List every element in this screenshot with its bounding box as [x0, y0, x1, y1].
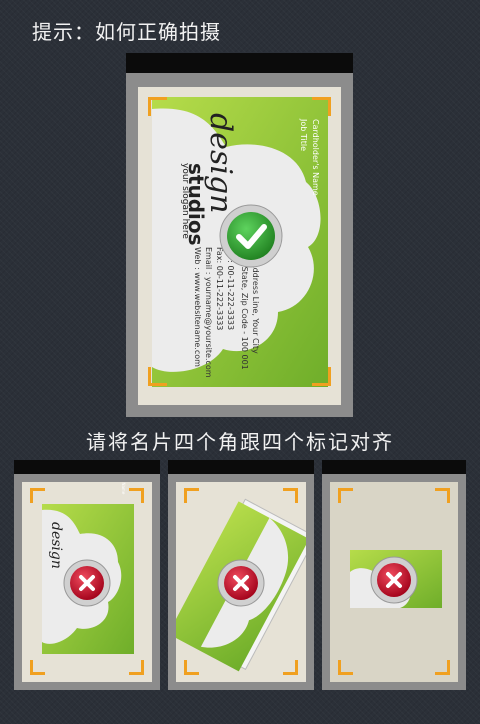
cross-icon — [370, 556, 418, 604]
example-correct: design studios your slogan here Cardhold… — [126, 53, 353, 417]
card-job-title: Job Title — [299, 119, 308, 152]
svg-text:Cardholder's Name: Cardholder's Name — [121, 482, 126, 495]
alignment-caption: 请将名片四个角跟四个标记对齐 — [86, 430, 394, 454]
corner-marker-top-left — [30, 488, 45, 503]
corner-marker-bottom-right — [312, 367, 331, 386]
cross-icon — [63, 559, 111, 607]
camera-top-bar — [126, 53, 353, 73]
corner-marker-bottom-right — [283, 660, 298, 675]
example-wrong-tilted — [168, 460, 314, 690]
cross-icon — [217, 559, 265, 607]
example-wrong-small: design Cardholder's Name — [14, 460, 160, 690]
camera-top-bar — [14, 460, 160, 474]
hint-title: 提示：如何正确拍摄 — [32, 20, 221, 44]
corner-marker-top-left — [338, 488, 353, 503]
corner-marker-bottom-right — [435, 660, 450, 675]
card-slogan: your slogan here — [180, 163, 190, 239]
corner-marker-top-right — [129, 488, 144, 503]
card-email: Email : yourname@yoursite.com — [204, 247, 213, 378]
example-wrong-far — [322, 460, 466, 690]
card-brand-script: design — [203, 113, 238, 214]
card-web: Web : www.websitename.com — [193, 247, 202, 367]
card-holder-name: Cardholder's Name — [311, 119, 320, 196]
corner-marker-top-right — [435, 488, 450, 503]
camera-top-bar — [322, 460, 466, 474]
corner-marker-top-left — [184, 488, 199, 503]
corner-marker-bottom-left — [148, 367, 167, 386]
corner-marker-bottom-right — [129, 660, 144, 675]
corner-marker-bottom-left — [184, 660, 199, 675]
corner-marker-top-right — [283, 488, 298, 503]
corner-marker-top-left — [148, 97, 167, 116]
corner-marker-bottom-left — [338, 660, 353, 675]
corner-marker-top-right — [312, 97, 331, 116]
corner-marker-bottom-left — [30, 660, 45, 675]
check-icon — [219, 204, 283, 268]
camera-top-bar — [168, 460, 314, 474]
